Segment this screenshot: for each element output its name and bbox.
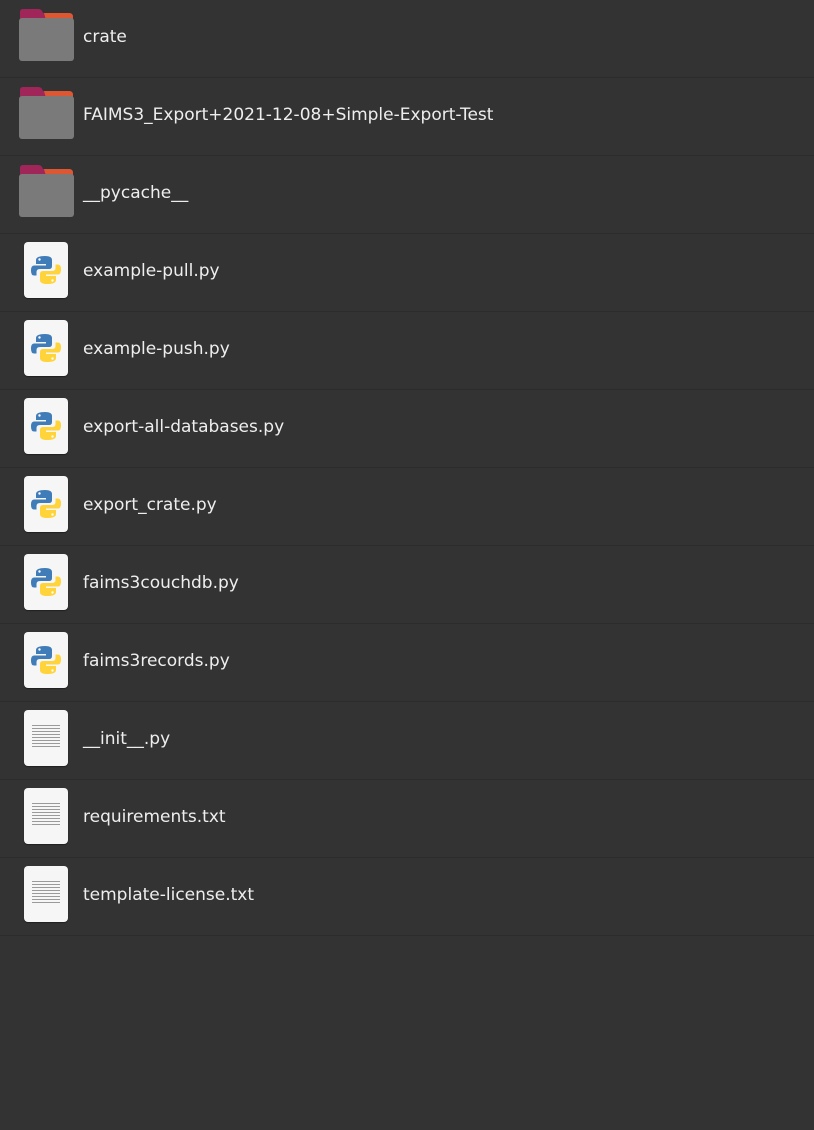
file-name: example-push.py <box>83 339 230 359</box>
python-file-icon <box>18 476 74 532</box>
folder-icon <box>18 86 74 142</box>
file-row-requirements[interactable]: requirements.txt <box>0 780 814 858</box>
file-name: __pycache__ <box>83 183 189 203</box>
python-file-icon <box>18 632 74 688</box>
file-list: crate FAIMS3_Export+2021-12-08+Simple-Ex… <box>0 0 814 1130</box>
python-file-icon <box>18 554 74 610</box>
file-row-faims3couchdb[interactable]: faims3couchdb.py <box>0 546 814 624</box>
file-name: faims3records.py <box>83 651 230 671</box>
folder-icon <box>18 164 74 220</box>
file-row-init[interactable]: __init__.py <box>0 702 814 780</box>
file-name: export_crate.py <box>83 495 217 515</box>
text-file-icon <box>18 710 74 766</box>
text-file-icon <box>18 866 74 922</box>
file-row-template-license[interactable]: template-license.txt <box>0 858 814 936</box>
folder-icon <box>18 8 74 64</box>
file-name: export-all-databases.py <box>83 417 285 437</box>
text-file-icon <box>18 788 74 844</box>
empty-area[interactable] <box>0 936 814 1130</box>
file-name: FAIMS3_Export+2021-12-08+Simple-Export-T… <box>83 105 494 125</box>
file-row-faims3-export[interactable]: FAIMS3_Export+2021-12-08+Simple-Export-T… <box>0 78 814 156</box>
python-file-icon <box>18 242 74 298</box>
file-row-example-push[interactable]: example-push.py <box>0 312 814 390</box>
file-name: template-license.txt <box>83 885 255 905</box>
file-row-crate[interactable]: crate <box>0 0 814 78</box>
file-name: faims3couchdb.py <box>83 573 239 593</box>
file-name: __init__.py <box>83 729 171 749</box>
file-row-example-pull[interactable]: example-pull.py <box>0 234 814 312</box>
file-row-pycache[interactable]: __pycache__ <box>0 156 814 234</box>
file-name: example-pull.py <box>83 261 220 281</box>
python-file-icon <box>18 398 74 454</box>
file-row-export-all-databases[interactable]: export-all-databases.py <box>0 390 814 468</box>
file-row-export-crate[interactable]: export_crate.py <box>0 468 814 546</box>
file-name: crate <box>83 27 127 47</box>
file-row-faims3records[interactable]: faims3records.py <box>0 624 814 702</box>
file-name: requirements.txt <box>83 807 226 827</box>
python-file-icon <box>18 320 74 376</box>
